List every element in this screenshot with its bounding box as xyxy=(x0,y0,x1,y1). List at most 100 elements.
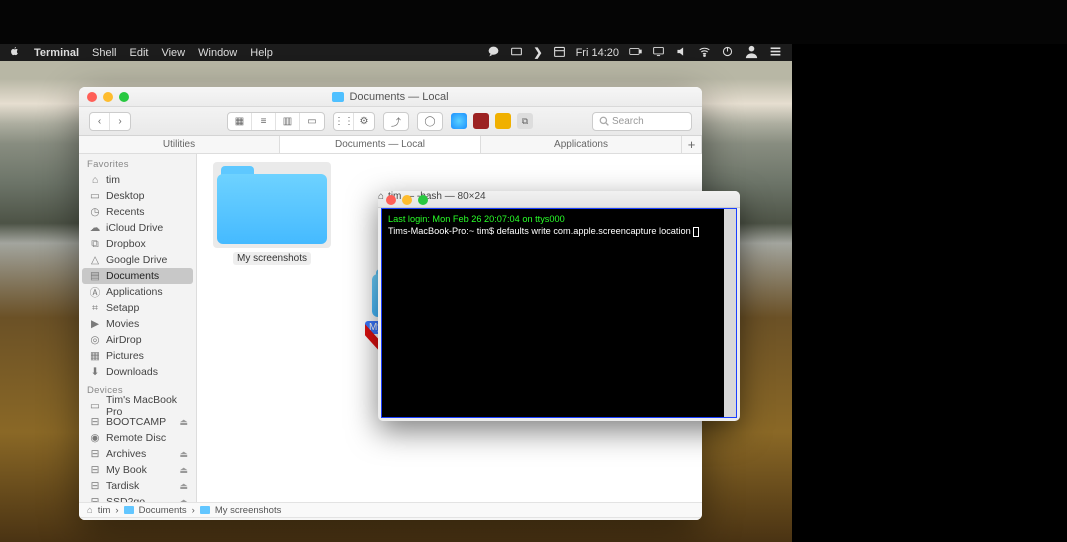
sidebar-item-pictures[interactable]: ▦Pictures xyxy=(79,348,196,364)
sidebar-item-label: My Book xyxy=(106,464,147,476)
menu-shell[interactable]: Shell xyxy=(92,47,116,59)
app-icon-1[interactable] xyxy=(451,113,467,129)
movie-icon: ▶ xyxy=(89,318,101,330)
sidebar-item-icloud-drive[interactable]: ☁iCloud Drive xyxy=(79,220,196,236)
sidebar-item-bootcamp[interactable]: ⊟BOOTCAMP⏏ xyxy=(79,414,196,430)
eject-icon[interactable]: ⏏ xyxy=(179,481,188,492)
sidebar-item-label: Pictures xyxy=(106,350,144,362)
finder-tabs: Utilities Documents — Local Applications… xyxy=(79,136,702,154)
sidebar-item-applications[interactable]: ⒶApplications xyxy=(79,284,196,300)
sidebar-item-airdrop[interactable]: ◎AirDrop xyxy=(79,332,196,348)
icon-view-button[interactable]: ▦ xyxy=(228,113,252,130)
minimize-button[interactable] xyxy=(402,195,412,205)
tab-utilities[interactable]: Utilities xyxy=(79,136,280,153)
eject-icon[interactable]: ⏏ xyxy=(179,497,188,503)
close-button[interactable] xyxy=(87,92,97,102)
user-icon[interactable] xyxy=(744,44,759,62)
date-icon[interactable] xyxy=(553,45,566,61)
battery-icon[interactable] xyxy=(629,45,642,61)
window-title: Documents — Local xyxy=(349,91,448,103)
finder-statusbar: 1 of 1 selected, 49.51 GB available xyxy=(79,517,702,520)
sidebar-item-label: Recents xyxy=(106,206,145,218)
nav-buttons: ‹ › xyxy=(89,112,131,131)
terminal-titlebar[interactable]: ⌂tim — -bash — 80×24 xyxy=(378,191,740,208)
terminal-line-login: Last login: Mon Feb 26 20:07:04 on ttys0… xyxy=(388,213,730,225)
terminal-scrollbar[interactable] xyxy=(724,209,736,417)
app-icon-2[interactable] xyxy=(473,113,489,129)
list-icon[interactable] xyxy=(769,45,782,61)
doc-icon: ▤ xyxy=(89,270,101,282)
view-buttons: ▦ ≡ ▥ ▭ xyxy=(227,112,325,131)
forward-button[interactable]: › xyxy=(110,113,130,130)
chevron-icon[interactable]: ❯ xyxy=(533,46,542,59)
tags-button[interactable]: ◯ xyxy=(417,112,443,131)
arrange-button[interactable]: ⋮⋮ xyxy=(334,113,354,130)
messages-icon[interactable] xyxy=(487,45,500,61)
back-button[interactable]: ‹ xyxy=(90,113,110,130)
finder-titlebar[interactable]: Documents — Local xyxy=(79,87,702,107)
terminal-body[interactable]: Last login: Mon Feb 26 20:07:04 on ttys0… xyxy=(381,208,737,418)
share-button[interactable]: ⤴ xyxy=(383,112,409,131)
sidebar-item-google-drive[interactable]: △Google Drive xyxy=(79,252,196,268)
clock-text[interactable]: Fri 14:20 xyxy=(576,47,619,59)
sidebar-item-documents[interactable]: ▤Documents xyxy=(82,268,193,284)
menu-edit[interactable]: Edit xyxy=(130,47,149,59)
gear-button[interactable]: ⚙︎ xyxy=(354,113,374,130)
app-icon-3[interactable] xyxy=(495,113,511,129)
sidebar-item-dropbox[interactable]: ⧉Dropbox xyxy=(79,236,196,252)
menu-view[interactable]: View xyxy=(161,47,185,59)
sidebar-item-my-book[interactable]: ⊟My Book⏏ xyxy=(79,462,196,478)
column-view-button[interactable]: ▥ xyxy=(276,113,300,130)
toolbar-apps: ⧉ xyxy=(451,113,533,129)
display-icon[interactable] xyxy=(652,45,665,61)
volume-icon[interactable] xyxy=(675,45,688,61)
sidebar-item-label: Dropbox xyxy=(106,238,146,250)
wifi-icon[interactable] xyxy=(698,45,711,61)
path-documents[interactable]: Documents xyxy=(139,505,187,516)
terminal-line-cmd: Tims-MacBook-Pro:~ tim$ defaults write c… xyxy=(388,225,730,237)
search-icon xyxy=(599,116,609,126)
sidebar-item-movies[interactable]: ▶Movies xyxy=(79,316,196,332)
sidebar-item-desktop[interactable]: ▭Desktop xyxy=(79,188,196,204)
sidebar-item-label: Desktop xyxy=(106,190,145,202)
finder-pathbar[interactable]: ⌂ tim › Documents › My screenshots xyxy=(79,502,702,517)
app-icon: Ⓐ xyxy=(89,286,101,298)
search-field[interactable]: Search xyxy=(592,112,692,131)
terminal-window[interactable]: ⌂tim — -bash — 80×24 Last login: Mon Feb… xyxy=(378,191,740,421)
apple-menu-icon[interactable] xyxy=(8,45,21,61)
eject-icon[interactable]: ⏏ xyxy=(179,465,188,476)
menu-help[interactable]: Help xyxy=(250,47,273,59)
sidebar-item-tardisk[interactable]: ⊟Tardisk⏏ xyxy=(79,478,196,494)
path-my-screenshots[interactable]: My screenshots xyxy=(215,505,282,516)
disk-icon: ⊟ xyxy=(89,416,101,428)
folder-my-screenshots[interactable]: My screenshots xyxy=(213,162,331,265)
path-home[interactable]: tim xyxy=(98,505,111,516)
zoom-button[interactable] xyxy=(119,92,129,102)
app-name[interactable]: Terminal xyxy=(34,47,79,59)
download-icon: ⬇ xyxy=(89,366,101,378)
sidebar-item-archives[interactable]: ⊟Archives⏏ xyxy=(79,446,196,462)
minimize-button[interactable] xyxy=(103,92,113,102)
keyboard-icon[interactable] xyxy=(510,45,523,61)
tab-new[interactable]: + xyxy=(682,136,702,153)
sidebar-item-remote-disc[interactable]: ◉Remote Disc xyxy=(79,430,196,446)
eject-icon[interactable]: ⏏ xyxy=(179,449,188,460)
dropbox-toolbar-icon[interactable]: ⧉ xyxy=(517,113,533,129)
sidebar-item-downloads[interactable]: ⬇Downloads xyxy=(79,364,196,380)
arrange-buttons: ⋮⋮ ⚙︎ xyxy=(333,112,375,131)
dnd-icon[interactable] xyxy=(721,45,734,61)
tab-applications[interactable]: Applications xyxy=(481,136,682,153)
sidebar-item-ssd2go[interactable]: ⊟SSD2go⏏ xyxy=(79,494,196,502)
list-view-button[interactable]: ≡ xyxy=(252,113,276,130)
close-button[interactable] xyxy=(386,195,396,205)
tab-documents[interactable]: Documents — Local xyxy=(280,136,481,153)
sidebar-item-setapp[interactable]: ⌗Setapp xyxy=(79,300,196,316)
sidebar-item-tim-s-macbook-pro[interactable]: ▭Tim's MacBook Pro xyxy=(79,398,196,414)
sidebar-item-tim[interactable]: ⌂tim xyxy=(79,172,196,188)
sidebar-item-label: Archives xyxy=(106,448,146,460)
zoom-button[interactable] xyxy=(418,195,428,205)
gallery-view-button[interactable]: ▭ xyxy=(300,113,324,130)
eject-icon[interactable]: ⏏ xyxy=(179,417,188,428)
menu-window[interactable]: Window xyxy=(198,47,237,59)
sidebar-item-recents[interactable]: ◷Recents xyxy=(79,204,196,220)
